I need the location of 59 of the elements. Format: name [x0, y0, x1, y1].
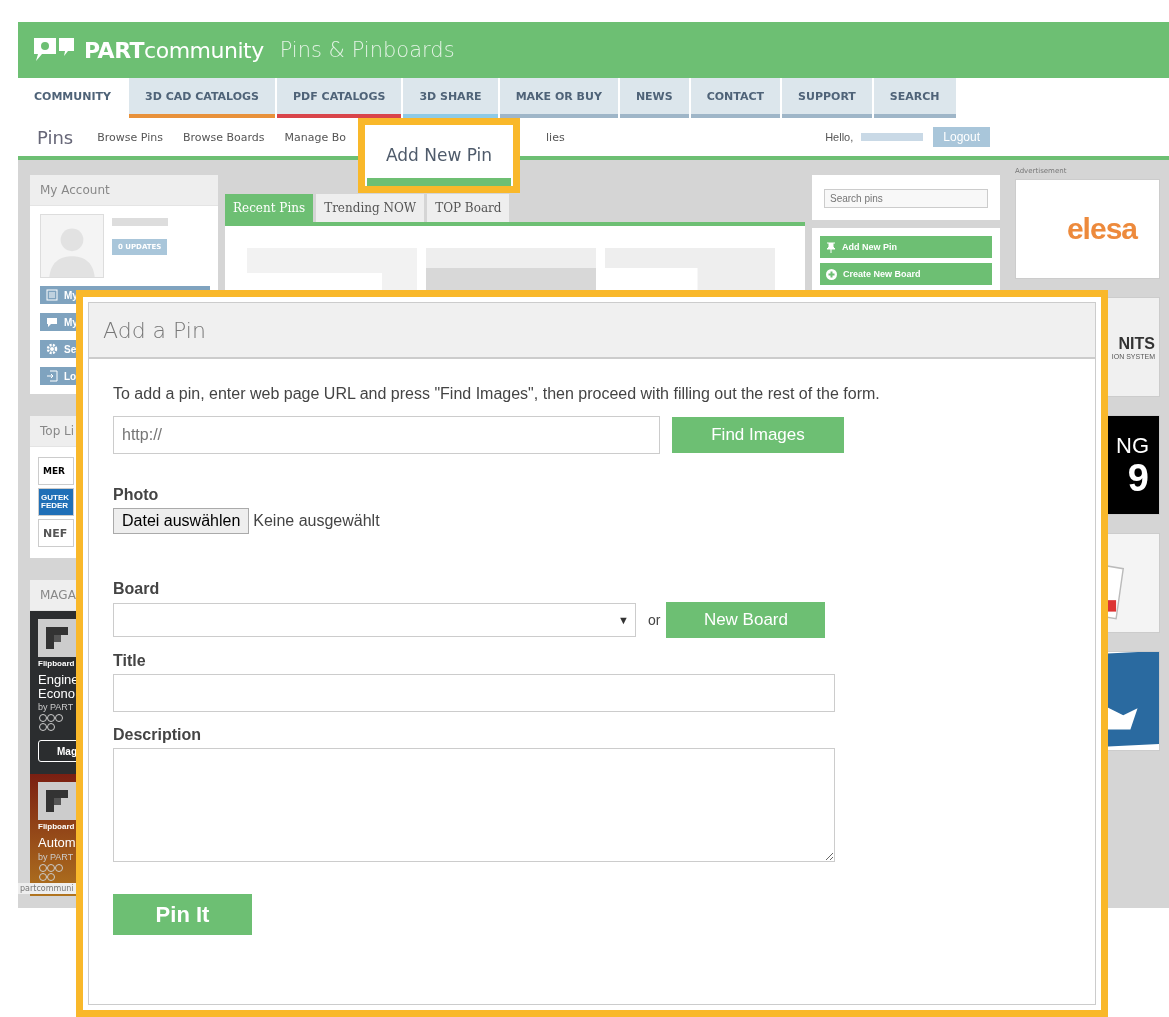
pin-tab[interactable]: Trending NOW: [316, 194, 425, 222]
search-field[interactable]: Search pins: [824, 189, 988, 208]
pin-icon: [826, 241, 836, 253]
company-logo[interactable]: MER: [38, 457, 74, 485]
subnav-link[interactable]: lies: [546, 130, 565, 144]
blurred-name: [861, 133, 924, 141]
magazine-brand: Flipboard: [38, 822, 75, 831]
byline: by PART: [38, 851, 74, 862]
ad-banner[interactable]: elesa: [1015, 179, 1160, 279]
choose-file-button[interactable]: Datei auswählen: [113, 508, 250, 534]
page-title: Pins: [37, 126, 74, 148]
brand-name: PARTcommunity: [84, 37, 264, 63]
magazine-title: Autom: [38, 836, 76, 850]
nav-tab[interactable]: MAKE OR BUY: [499, 78, 618, 118]
description-field[interactable]: [113, 748, 835, 862]
subnav-link[interactable]: Browse Boards: [182, 130, 265, 144]
url-field[interactable]: http://: [113, 416, 660, 454]
blurred-name: [112, 218, 168, 226]
nav-tab[interactable]: NEWS: [619, 78, 689, 118]
nav-tab[interactable]: SUPPORT: [782, 78, 872, 118]
exit-icon: [46, 370, 58, 382]
field-label: Title: [113, 652, 147, 670]
title-field[interactable]: [113, 674, 835, 712]
ad-text: NG: [1116, 433, 1149, 459]
panel-title: My Account: [30, 175, 218, 206]
nav-tab[interactable]: 3D CAD CATALOGS: [129, 78, 275, 118]
company-logo[interactable]: NEF: [38, 519, 74, 547]
nav-tab[interactable]: 3D SHARE: [403, 78, 498, 118]
pin-tab[interactable]: TOP Board: [427, 194, 510, 222]
magazine-title: Econo: [38, 686, 75, 701]
status-bar: partcommuni: [18, 883, 76, 894]
instructions: To add a pin, enter web page URL and press "Find Images", then proceed with filling out the rest of the form.: [113, 385, 881, 403]
gear-icon: [46, 343, 58, 355]
board-select[interactable]: ▼: [113, 603, 636, 637]
nav-tab[interactable]: PDF CATALOGS: [277, 78, 402, 118]
field-label: Photo: [113, 486, 160, 504]
greeting: Hello,: [825, 131, 854, 143]
ad-text: 9: [1127, 459, 1149, 497]
field-label: Description: [113, 726, 202, 744]
company-logo[interactable]: GUTEK FEDER: [38, 488, 74, 516]
or-label: or: [648, 612, 661, 628]
file-status: Keine ausgewählt: [253, 512, 380, 530]
magazine-title: Engine: [38, 673, 79, 687]
subnav-link[interactable]: Browse Pins: [97, 130, 163, 144]
byline: by PART: [38, 702, 74, 713]
avatar-icon: [40, 214, 104, 278]
ad-text: NITS: [1118, 334, 1155, 353]
plus-icon: [826, 268, 837, 280]
list-icon: [46, 289, 58, 301]
magazine-brand: Flipboard: [38, 659, 75, 668]
chat-icon: [46, 316, 58, 328]
subnav-link[interactable]: Manage Bo: [284, 130, 347, 144]
dialog-title: Add a Pin: [89, 303, 1095, 359]
callout-label: Add New Pin: [384, 143, 494, 167]
nav-tab[interactable]: SEARCH: [873, 78, 956, 118]
section-title: Pins & Pinboards: [279, 38, 455, 62]
nav-tab[interactable]: CONTACT: [690, 78, 781, 118]
ad-logo: elesa: [1066, 212, 1137, 246]
field-label: Board: [113, 580, 161, 598]
